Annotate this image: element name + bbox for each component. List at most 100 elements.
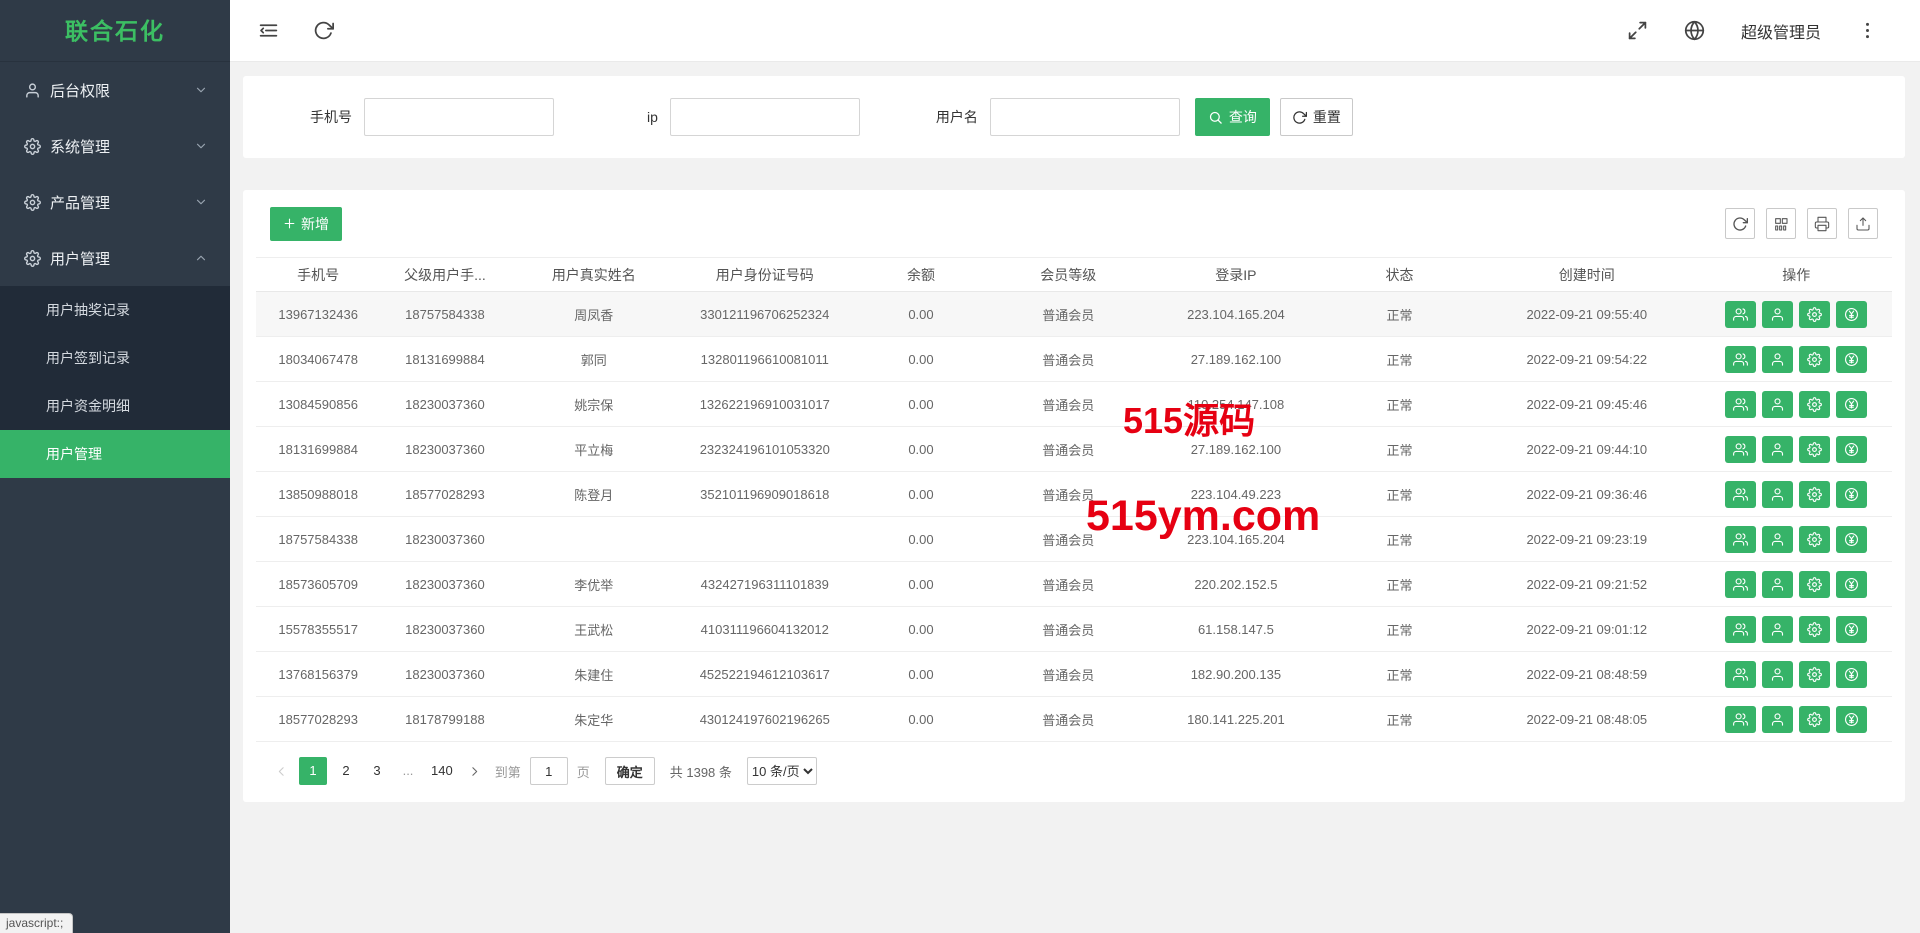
adjust-balance-button[interactable] [1836,525,1868,553]
user-icon [1772,307,1784,321]
edit-user-button[interactable] [1762,435,1794,463]
sidebar-menu-item[interactable]: 系统管理 [0,118,230,174]
more-menu-icon[interactable] [1857,20,1878,41]
user-settings-button[interactable] [1799,705,1831,733]
table-refresh-button[interactable] [1725,208,1755,239]
main-area: 超级管理员 手机号 ip 用户名 查询 重置 新增 手机号 父级用户手... 用… [230,0,1920,933]
cell-level: 普通会员 [990,471,1146,517]
column-filter-button[interactable] [1766,208,1796,239]
phone-field-label: 手机号 [310,109,352,125]
phone-search-input[interactable] [364,98,554,136]
add-user-button[interactable]: 新增 [270,206,342,241]
page-unit-label: 页 [576,764,590,780]
ip-search-input[interactable] [669,98,860,136]
prev-page-button[interactable] [270,757,292,785]
edit-user-button[interactable] [1762,300,1794,328]
current-user[interactable]: 超级管理员 [1741,19,1821,43]
subordinates-button[interactable] [1725,390,1757,418]
adjust-balance-button[interactable] [1836,480,1868,508]
gear-icon [1807,396,1823,412]
user-settings-button[interactable] [1799,480,1831,508]
page-number-button[interactable]: 1 [299,757,327,785]
adjust-balance-button[interactable] [1836,345,1868,373]
user-settings-button[interactable] [1799,345,1831,373]
subordinates-button[interactable] [1725,525,1757,553]
gear-icon [1807,486,1823,502]
print-button[interactable] [1807,208,1837,239]
subordinates-button[interactable] [1725,570,1757,598]
sidebar-menu-item[interactable]: 用户管理 [0,230,230,286]
cell-status: 正常 [1325,516,1474,562]
refresh-page-icon[interactable] [313,20,334,41]
sidebar-submenu-item[interactable]: 用户签到记录 [0,334,230,382]
table-row: 13768156379 18230037360 朱建住 452522194612103… [256,651,1892,697]
query-button[interactable]: 查询 [1194,98,1270,136]
cell-login-ip: 223.104.165.204 [1145,516,1326,562]
language-globe-icon[interactable] [1684,20,1705,41]
sidebar-submenu-item[interactable]: 用户资金明细 [0,382,230,430]
edit-user-button[interactable] [1762,570,1794,598]
user-settings-button[interactable] [1799,525,1831,553]
subordinates-button[interactable] [1725,705,1757,733]
users-icon [1733,532,1749,546]
adjust-balance-button[interactable] [1836,660,1868,688]
subordinates-button[interactable] [1725,300,1757,328]
table-row: 18577028293 18178799188 朱定华 430124197602196… [256,696,1892,742]
user-icon [1772,532,1784,546]
gear-icon [24,193,41,211]
edit-user-button[interactable] [1762,705,1794,733]
sidebar-menu-item[interactable]: 产品管理 [0,174,230,230]
user-settings-button[interactable] [1799,435,1831,463]
edit-user-button[interactable] [1762,345,1794,373]
fullscreen-icon[interactable] [1627,20,1648,41]
per-page-select[interactable]: 10 条/页 [746,757,817,785]
cell-parent-phone: 18230037360 [380,426,510,472]
gear-icon [24,137,41,155]
page-number-button[interactable]: 2 [334,757,358,785]
cell-level: 普通会员 [990,381,1146,427]
subordinates-button[interactable] [1725,615,1757,643]
sidebar-menu-item[interactable]: 后台权限 [0,62,230,118]
adjust-balance-button[interactable] [1836,300,1868,328]
cell-level: 普通会员 [990,606,1146,652]
edit-user-button[interactable] [1762,660,1794,688]
sidebar-submenu-item[interactable]: 用户管理 [0,430,230,478]
cell-real-name [509,516,679,562]
subordinates-button[interactable] [1725,435,1757,463]
adjust-balance-button[interactable] [1836,570,1868,598]
reset-button[interactable]: 重置 [1279,98,1353,136]
collapse-sidebar-icon[interactable] [258,20,279,41]
edit-user-button[interactable] [1762,525,1794,553]
subordinates-button[interactable] [1725,345,1757,373]
sidebar-submenu-item[interactable]: 用户抽奖记录 [0,286,230,334]
export-button[interactable] [1848,208,1878,239]
adjust-balance-button[interactable] [1836,615,1868,643]
users-table: 手机号 父级用户手... 用户真实姓名 用户身份证号码 余额 会员等级 登录IP 状态 创建时间… [256,257,1892,742]
page-number-button[interactable]: 140 [427,757,457,785]
goto-page-input[interactable] [529,757,568,785]
user-settings-button[interactable] [1799,390,1831,418]
username-search-input[interactable] [989,98,1180,136]
cell-id-card: 132622196910031017 [678,381,852,427]
goto-confirm-button[interactable]: 确定 [604,757,655,785]
edit-user-button[interactable] [1762,390,1794,418]
edit-user-button[interactable] [1762,480,1794,508]
cell-login-ip: 223.104.165.204 [1145,291,1326,337]
edit-user-button[interactable] [1762,615,1794,643]
user-settings-button[interactable] [1799,615,1831,643]
user-settings-button[interactable] [1799,660,1831,688]
cell-login-ip: 110.254.147.108 [1145,381,1326,427]
gear-icon [1807,441,1823,457]
table-row: 18131699884 18230037360 平立梅 232324196101053… [256,426,1892,472]
chevron-up-icon [196,255,206,261]
subordinates-button[interactable] [1725,660,1757,688]
adjust-balance-button[interactable] [1836,435,1868,463]
next-page-button[interactable] [464,757,486,785]
adjust-balance-button[interactable] [1836,705,1868,733]
adjust-balance-button[interactable] [1836,390,1868,418]
cell-id-card: 432427196311101839 [678,561,852,607]
user-settings-button[interactable] [1799,570,1831,598]
user-settings-button[interactable] [1799,300,1831,328]
subordinates-button[interactable] [1725,480,1757,508]
page-number-button[interactable]: 3 [365,757,389,785]
